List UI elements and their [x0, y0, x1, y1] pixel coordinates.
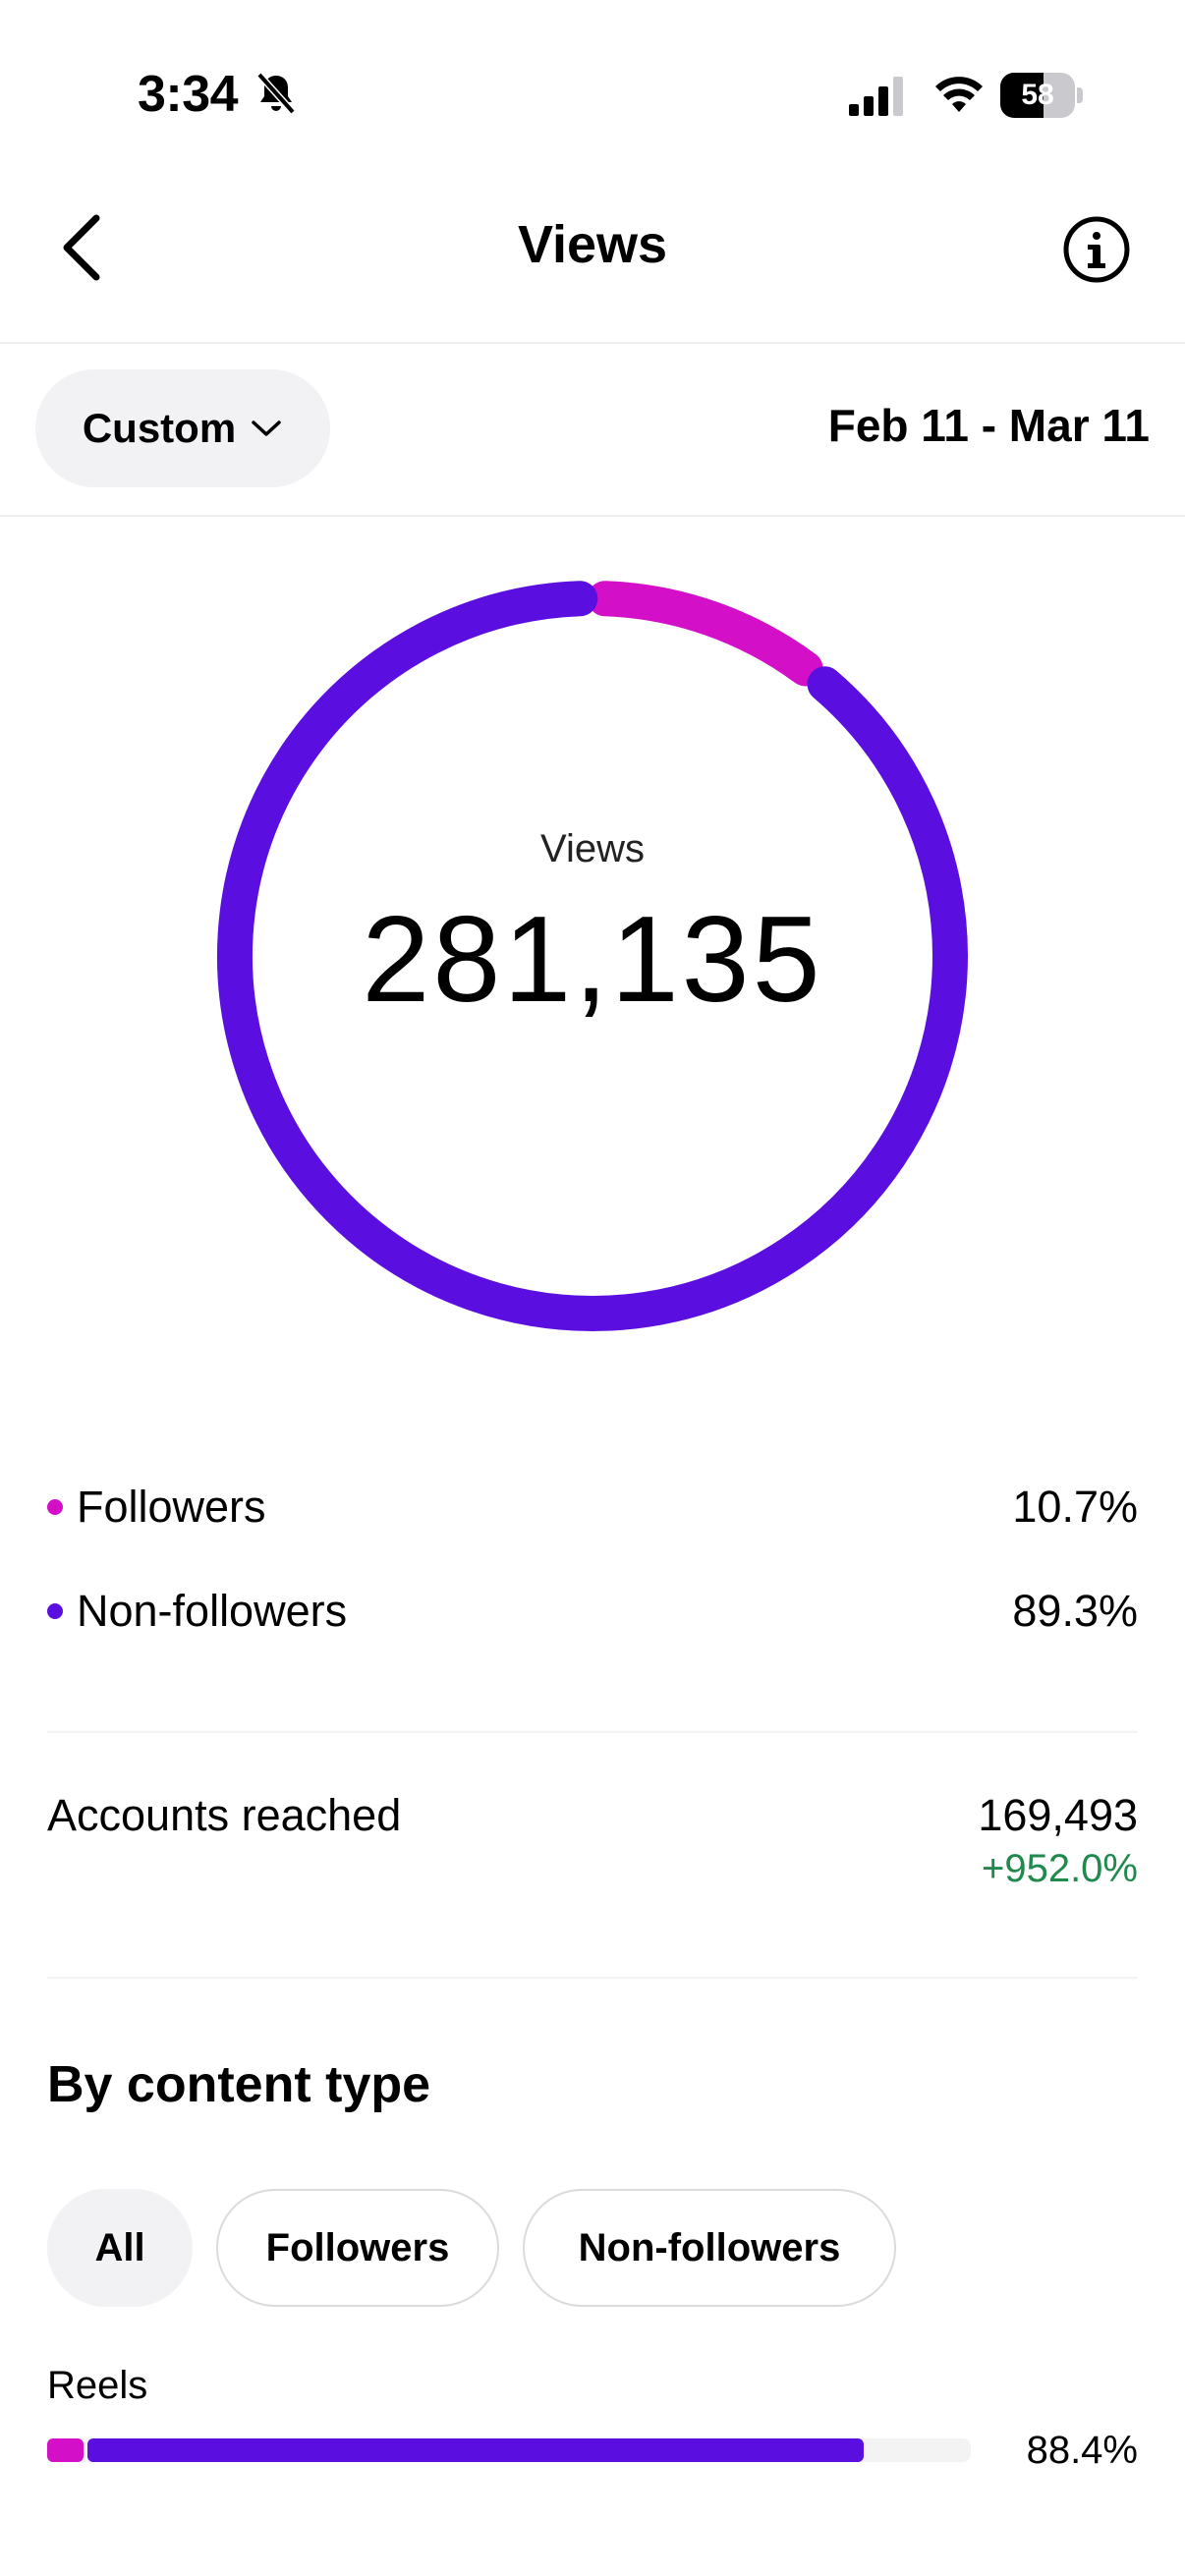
legend-value: 10.7% [1012, 1482, 1138, 1532]
legend-value: 89.3% [1012, 1586, 1138, 1636]
legend-non-followers: Non-followers 89.3% [47, 1582, 1138, 1641]
dropdown-label: Custom [82, 405, 237, 451]
donut-center-value: 281,135 [362, 892, 823, 1028]
tab-all[interactable]: All [47, 2189, 193, 2307]
battery-icon: 58 [1000, 73, 1083, 118]
content-type-value: 88.4% [1026, 2429, 1138, 2472]
date-range-dropdown[interactable]: Custom [35, 369, 330, 487]
donut-slice-followers [587, 581, 823, 687]
bell-slash-icon [256, 72, 296, 115]
legend-followers: Followers 10.7% [47, 1478, 1138, 1537]
reels-bar-track [47, 2438, 971, 2462]
info-icon[interactable] [1061, 214, 1132, 285]
section-title: By content type [47, 2056, 431, 2113]
reels-non-followers-segment [87, 2438, 864, 2462]
section-divider [47, 1977, 1138, 1979]
reels-followers-segment [47, 2438, 85, 2462]
signal-icon [849, 77, 903, 116]
legend-label: Non-followers [77, 1586, 348, 1636]
section-divider [47, 1731, 1138, 1733]
filter-divider [0, 515, 1185, 517]
date-range-text: Feb 11 - Mar 11 [827, 400, 1150, 451]
legend-label: Followers [77, 1482, 266, 1532]
non-followers-dot [47, 1603, 63, 1619]
tab-followers[interactable]: Followers [216, 2189, 499, 2307]
page-title: Views [517, 215, 668, 274]
followers-dot [47, 1499, 63, 1515]
content-type-label: Reels [47, 2364, 148, 2407]
header-divider [0, 342, 1185, 344]
battery-percent: 58 [1021, 79, 1054, 111]
donut-center-label: Views [540, 827, 645, 870]
chevron-down-icon [252, 420, 281, 436]
tab-non-followers[interactable]: Non-followers [523, 2189, 896, 2307]
accounts-reached-change: +952.0% [981, 1847, 1138, 1890]
status-time: 3:34 [138, 66, 239, 123]
accounts-reached-label: Accounts reached [47, 1790, 402, 1840]
wifi-icon [935, 77, 983, 112]
accounts-reached-value: 169,493 [978, 1790, 1138, 1840]
